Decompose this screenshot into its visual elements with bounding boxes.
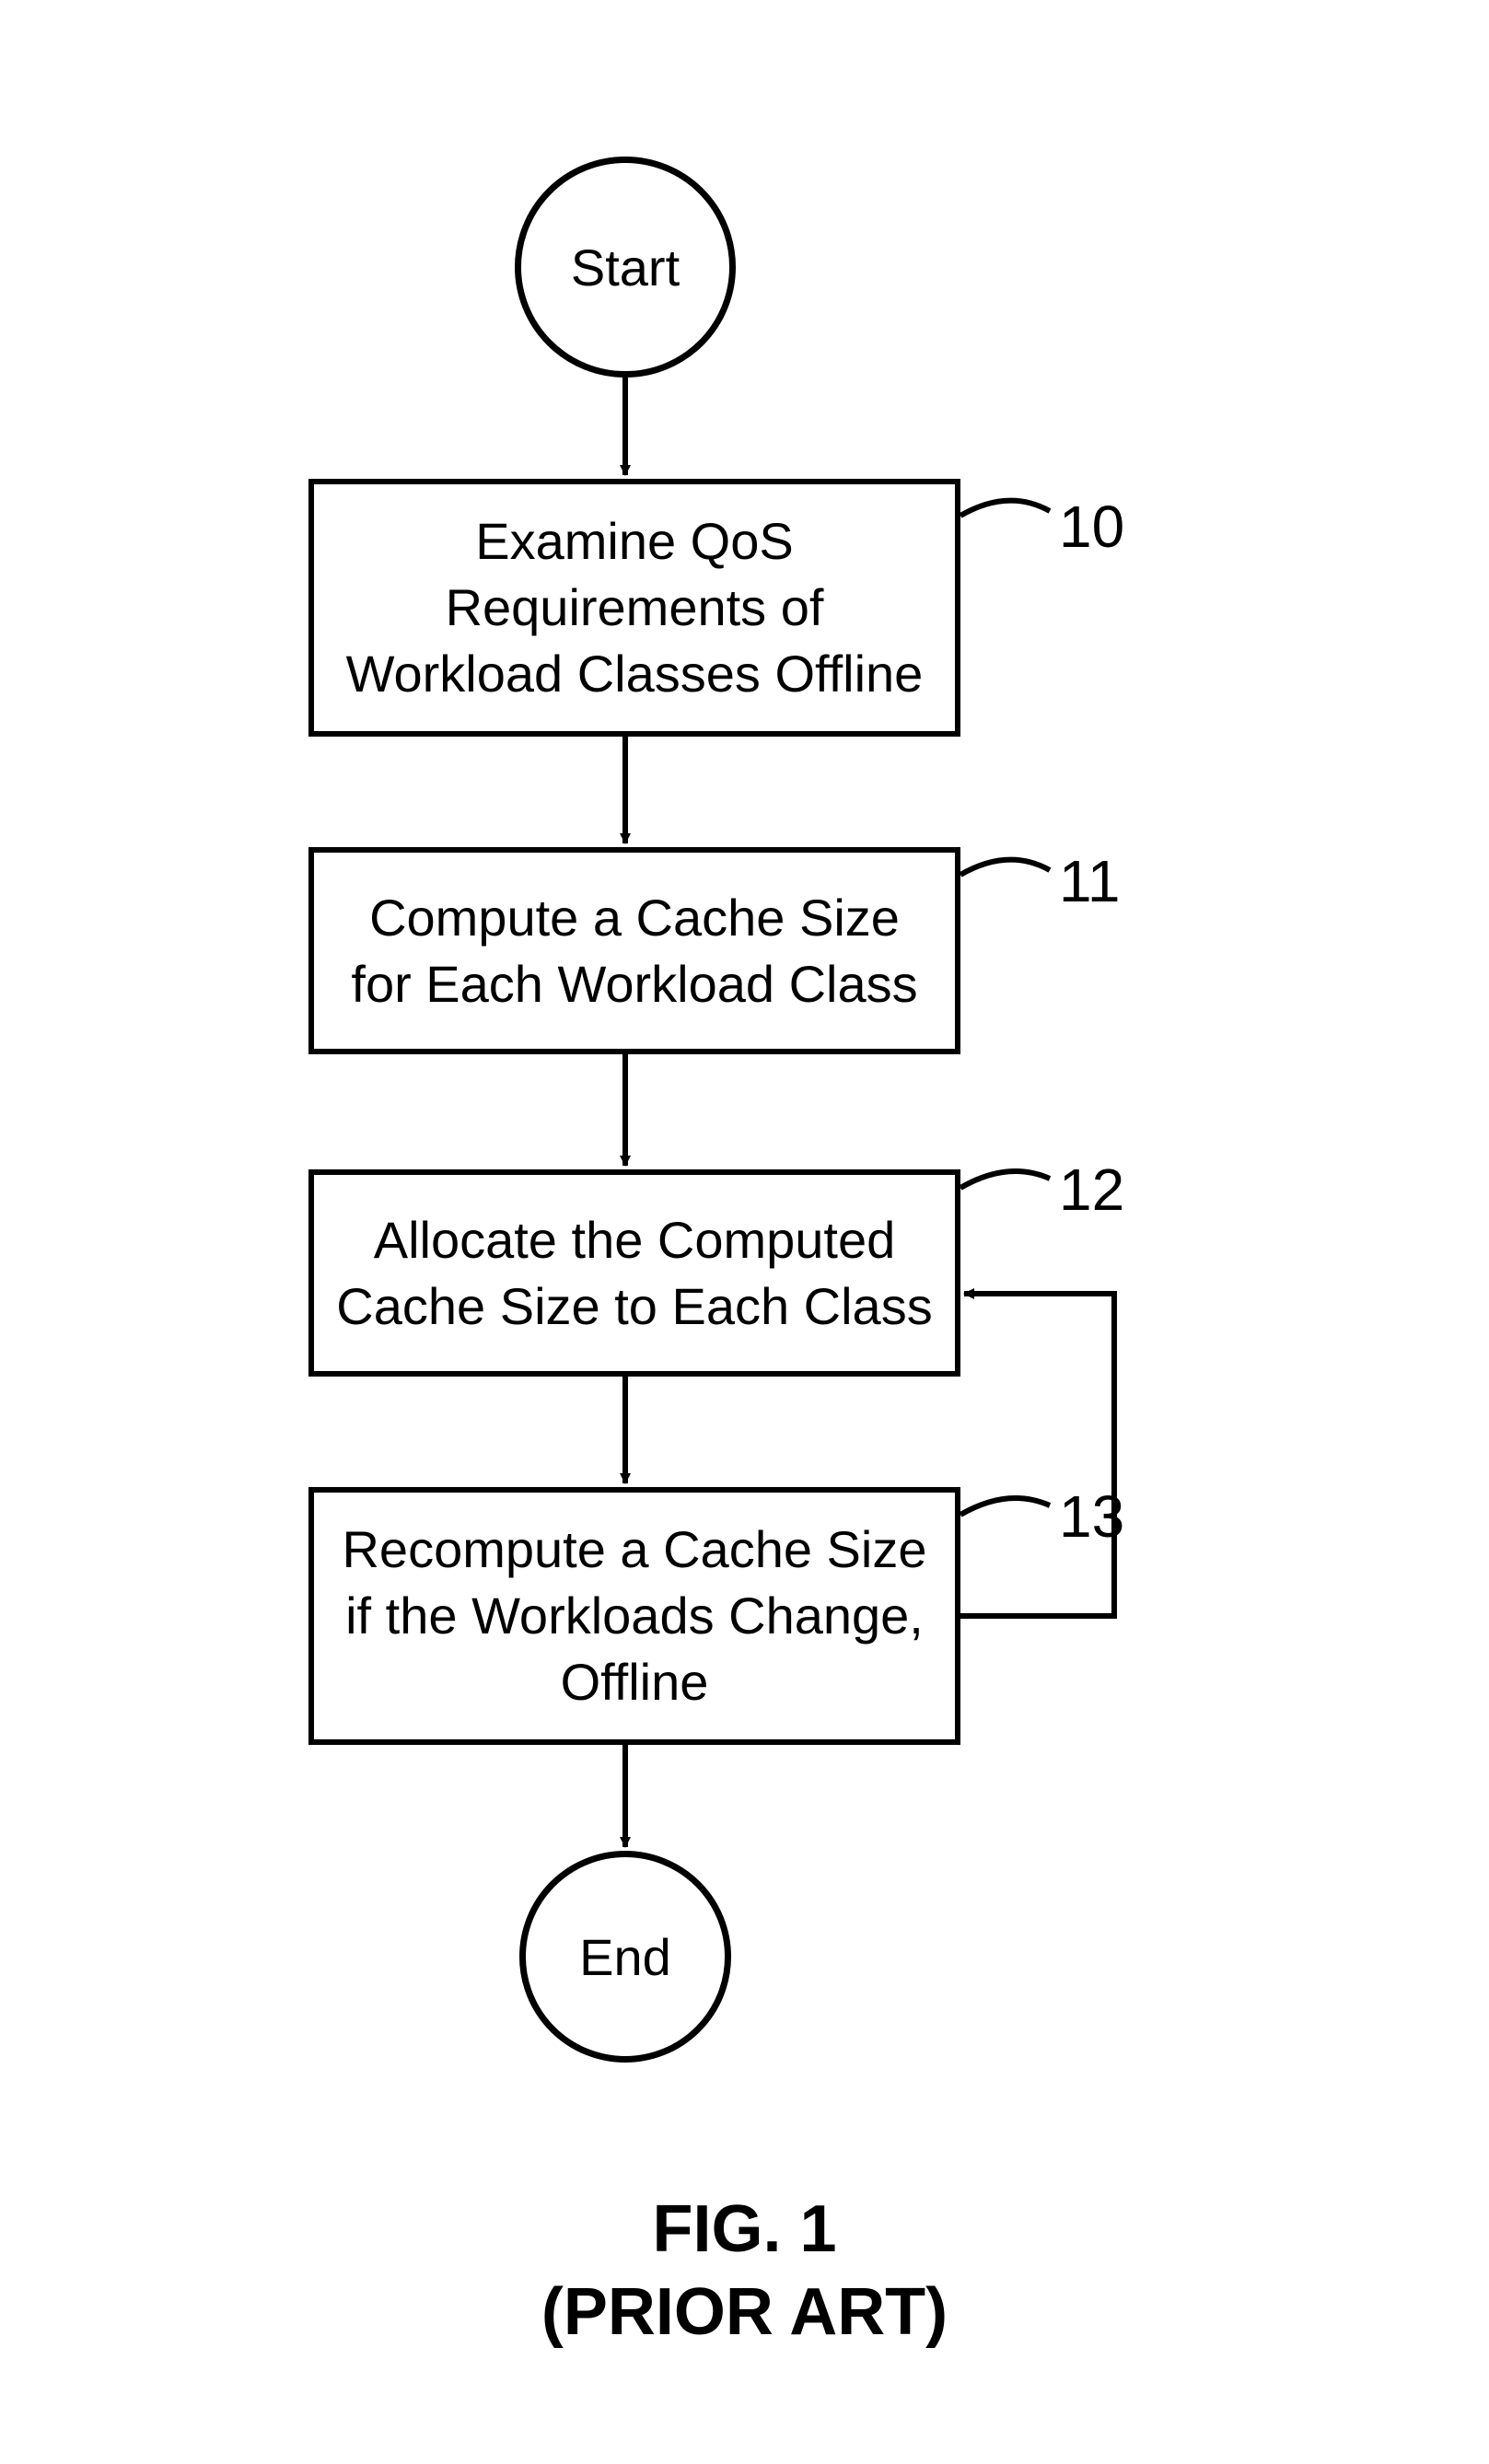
label-10: 10: [1059, 493, 1124, 561]
start-terminal: Start: [515, 157, 736, 378]
step-recompute-cache-text: Recompute a Cache Size if the Workloads …: [332, 1517, 936, 1714]
figure-caption-line1: FIG. 1: [0, 2191, 1489, 2267]
step-recompute-cache: Recompute a Cache Size if the Workloads …: [308, 1487, 960, 1745]
flowchart-page: Start Examine QoS Requirements of Worklo…: [0, 0, 1489, 2464]
figure-caption-line2: (PRIOR ART): [0, 2274, 1489, 2350]
end-terminal: End: [519, 1851, 731, 2063]
label-11: 11: [1059, 847, 1120, 915]
end-label: End: [579, 1927, 671, 1987]
step-examine-qos-text: Examine QoS Requirements of Workload Cla…: [332, 508, 936, 706]
step-compute-cache: Compute a Cache Size for Each Workload C…: [308, 847, 960, 1054]
step-compute-cache-text: Compute a Cache Size for Each Workload C…: [332, 885, 936, 1017]
step-examine-qos: Examine QoS Requirements of Workload Cla…: [308, 479, 960, 737]
label-13: 13: [1059, 1482, 1124, 1551]
label-12: 12: [1059, 1156, 1124, 1224]
start-label: Start: [571, 238, 680, 297]
step-allocate-cache-text: Allocate the Computed Cache Size to Each…: [332, 1207, 936, 1339]
step-allocate-cache: Allocate the Computed Cache Size to Each…: [308, 1169, 960, 1377]
